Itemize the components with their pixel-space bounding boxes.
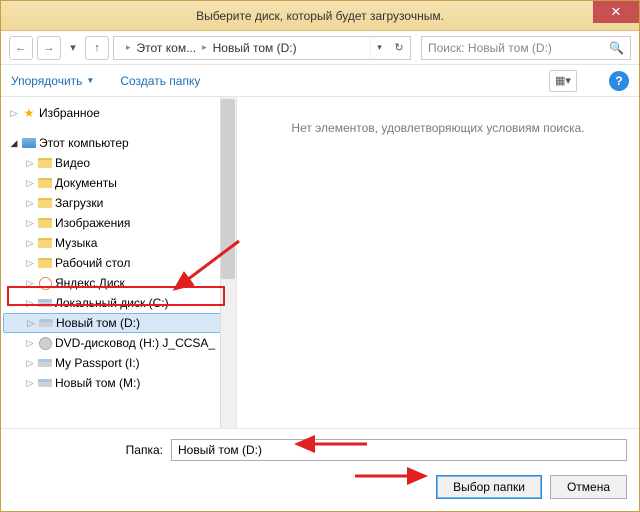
drive-icon bbox=[37, 295, 53, 311]
folder-icon bbox=[37, 195, 53, 211]
expand-icon[interactable]: ▷ bbox=[25, 178, 35, 189]
folder-icon bbox=[37, 175, 53, 191]
tree-scrollbar[interactable] bbox=[220, 97, 236, 428]
tree-label: Видео bbox=[55, 156, 90, 170]
tree-item-desktop[interactable]: ▷ Рабочий стол bbox=[3, 253, 234, 273]
tree-label: Рабочий стол bbox=[55, 256, 130, 270]
tree-label: DVD-дисковод (H:) J_CCSA_ bbox=[55, 336, 215, 350]
titlebar: Выберите диск, который будет загрузочным… bbox=[1, 1, 639, 31]
expand-icon[interactable]: ▷ bbox=[9, 108, 19, 119]
tree-label: Этот компьютер bbox=[39, 136, 129, 150]
forward-button[interactable]: → bbox=[37, 36, 61, 60]
tree-item-drive-d[interactable]: ▷ Новый том (D:) bbox=[3, 313, 234, 333]
toolbar: Упорядочить ▼ Создать папку ▦▾ ? bbox=[1, 65, 639, 97]
close-button[interactable]: ✕ bbox=[593, 1, 639, 23]
tree-item-drive-c[interactable]: ▷ Локальный диск (C:) bbox=[3, 293, 234, 313]
dialog-body: ▷ ★ Избранное ◢ Этот компьютер ▷ Видео ▷ Д… bbox=[1, 97, 639, 428]
help-button[interactable]: ? bbox=[609, 71, 629, 91]
view-options-button[interactable]: ▦▾ bbox=[549, 70, 577, 92]
back-button[interactable]: ← bbox=[9, 36, 33, 60]
recent-locations-button[interactable]: ▾ bbox=[65, 36, 81, 60]
tree-item-downloads[interactable]: ▷ Загрузки bbox=[3, 193, 234, 213]
search-input[interactable]: Поиск: Новый том (D:) 🔍 bbox=[421, 36, 631, 60]
tree-item-yandex-disk[interactable]: ▷ Яндекс.Диск bbox=[3, 273, 234, 293]
refresh-icon: ↻ bbox=[394, 41, 403, 54]
drive-icon bbox=[38, 315, 54, 331]
tree-label: Яндекс.Диск bbox=[55, 276, 125, 290]
view-icon: ▦▾ bbox=[555, 74, 571, 87]
tree-item-pictures[interactable]: ▷ Изображения bbox=[3, 213, 234, 233]
cancel-button[interactable]: Отмена bbox=[550, 475, 627, 499]
collapse-icon[interactable]: ◢ bbox=[9, 138, 19, 149]
folder-picker-dialog: Выберите диск, который будет загрузочным… bbox=[0, 0, 640, 512]
select-folder-button[interactable]: Выбор папки bbox=[436, 475, 542, 499]
folder-icon bbox=[37, 215, 53, 231]
yandex-disk-icon bbox=[37, 275, 53, 291]
expand-icon[interactable]: ▷ bbox=[25, 238, 35, 249]
star-icon: ★ bbox=[21, 105, 37, 121]
tree-item-drive-m[interactable]: ▷ Новый том (M:) bbox=[3, 373, 234, 393]
tree-label: Избранное bbox=[39, 106, 100, 120]
window-title: Выберите диск, который будет загрузочным… bbox=[1, 9, 639, 23]
dialog-footer: Папка: Выбор папки Отмена bbox=[1, 428, 639, 511]
expand-icon[interactable]: ▷ bbox=[25, 258, 35, 269]
close-icon: ✕ bbox=[611, 4, 622, 20]
folder-icon bbox=[37, 255, 53, 271]
refresh-button[interactable]: ↻ bbox=[390, 37, 408, 59]
expand-icon[interactable]: ▷ bbox=[25, 298, 35, 309]
chevron-down-icon: ▾ bbox=[377, 42, 382, 53]
chevron-down-icon: ▾ bbox=[70, 41, 76, 54]
help-icon: ? bbox=[615, 74, 622, 88]
tree-item-documents[interactable]: ▷ Документы bbox=[3, 173, 234, 193]
tree-label: Изображения bbox=[55, 216, 130, 230]
breadcrumb-root[interactable]: Этот ком... bbox=[131, 41, 203, 55]
scrollbar-thumb[interactable] bbox=[221, 99, 235, 279]
arrow-right-icon: → bbox=[44, 42, 55, 54]
expand-icon[interactable]: ▷ bbox=[25, 378, 35, 389]
drive-icon bbox=[37, 375, 53, 391]
folder-label: Папка: bbox=[13, 443, 163, 457]
expand-icon[interactable]: ▷ bbox=[25, 158, 35, 169]
computer-icon bbox=[21, 135, 37, 151]
new-folder-button[interactable]: Создать папку bbox=[120, 74, 200, 88]
tree-label: Загрузки bbox=[55, 196, 103, 210]
empty-message: Нет элементов, удовлетворяющих условиям … bbox=[249, 121, 627, 135]
tree-label: Документы bbox=[55, 176, 117, 190]
file-area: Нет элементов, удовлетворяющих условиям … bbox=[237, 97, 639, 428]
tree-label: Новый том (M:) bbox=[55, 376, 140, 390]
expand-icon[interactable]: ▷ bbox=[26, 318, 36, 329]
chevron-down-icon: ▼ bbox=[86, 76, 94, 85]
tree-item-music[interactable]: ▷ Музыка bbox=[3, 233, 234, 253]
folder-icon bbox=[37, 155, 53, 171]
address-bar[interactable]: ▸ Этот ком... ▸ Новый том (D:) ▾ ↻ bbox=[113, 36, 411, 60]
organize-menu[interactable]: Упорядочить ▼ bbox=[11, 74, 94, 88]
arrow-left-icon: ← bbox=[16, 42, 27, 54]
drive-icon bbox=[37, 355, 53, 371]
tree-favorites[interactable]: ▷ ★ Избранное bbox=[3, 103, 234, 123]
expand-icon[interactable]: ▷ bbox=[25, 358, 35, 369]
search-icon: 🔍 bbox=[609, 41, 624, 55]
address-dropdown[interactable]: ▾ bbox=[370, 37, 388, 59]
expand-icon[interactable]: ▷ bbox=[25, 198, 35, 209]
tree-label: Локальный диск (C:) bbox=[55, 296, 169, 310]
expand-icon[interactable]: ▷ bbox=[25, 338, 35, 349]
tree-label: Музыка bbox=[55, 236, 97, 250]
dvd-icon bbox=[37, 335, 53, 351]
nav-bar: ← → ▾ ↑ ▸ Этот ком... ▸ Новый том (D:) ▾… bbox=[1, 31, 639, 65]
nav-tree[interactable]: ▷ ★ Избранное ◢ Этот компьютер ▷ Видео ▷ Д… bbox=[1, 97, 237, 428]
tree-label: My Passport (I:) bbox=[55, 356, 140, 370]
tree-item-drive-i[interactable]: ▷ My Passport (I:) bbox=[3, 353, 234, 373]
arrow-up-icon: ↑ bbox=[94, 42, 100, 54]
search-placeholder: Поиск: Новый том (D:) bbox=[428, 41, 552, 55]
folder-name-input[interactable] bbox=[171, 439, 627, 461]
tree-label: Новый том (D:) bbox=[56, 316, 140, 330]
up-button[interactable]: ↑ bbox=[85, 36, 109, 60]
folder-icon bbox=[37, 235, 53, 251]
expand-icon[interactable]: ▷ bbox=[25, 278, 35, 289]
tree-this-pc[interactable]: ◢ Этот компьютер bbox=[3, 133, 234, 153]
tree-item-video[interactable]: ▷ Видео bbox=[3, 153, 234, 173]
breadcrumb-current[interactable]: Новый том (D:) bbox=[207, 41, 303, 55]
expand-icon[interactable]: ▷ bbox=[25, 218, 35, 229]
tree-item-dvd[interactable]: ▷ DVD-дисковод (H:) J_CCSA_ bbox=[3, 333, 234, 353]
